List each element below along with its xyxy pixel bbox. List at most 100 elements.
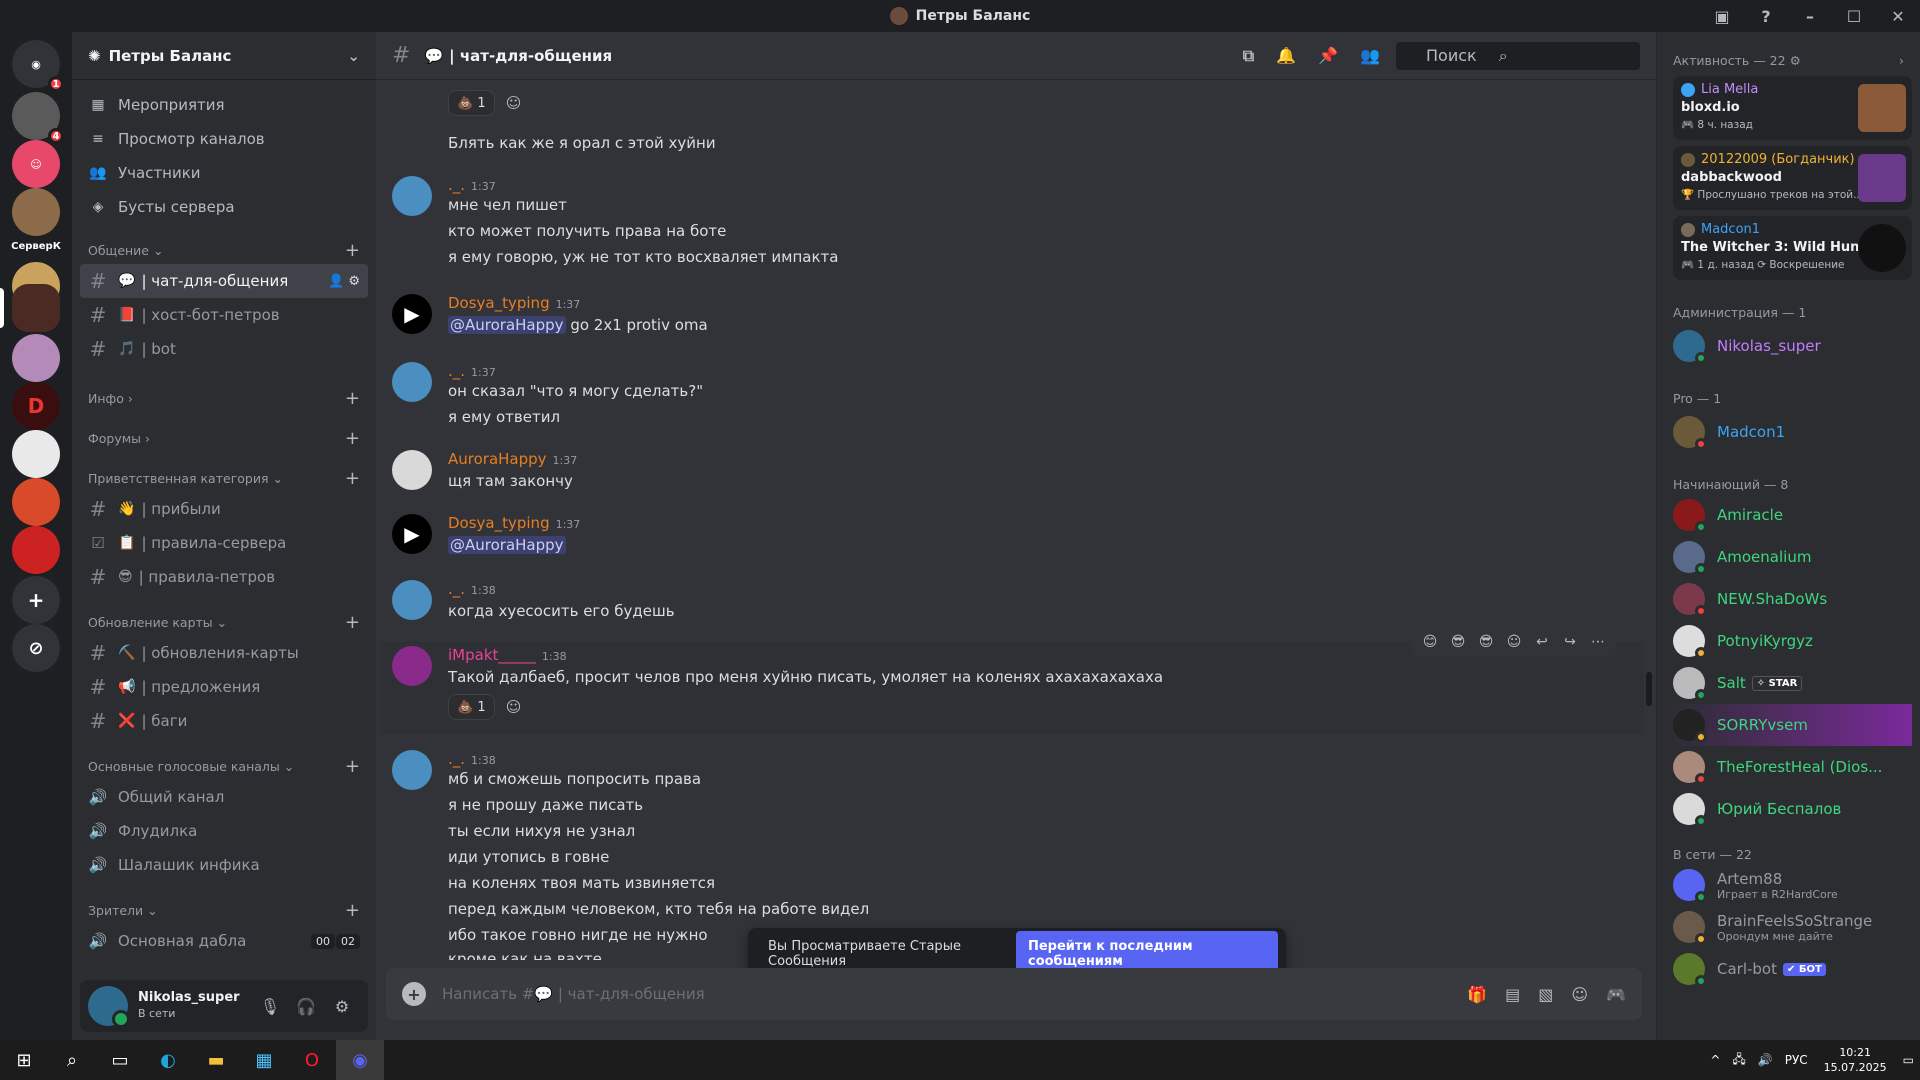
search-icon[interactable]: ⌕ [48,1040,96,1080]
plus-icon[interactable]: + [345,428,360,449]
message-author[interactable]: iMpakt_____ [448,646,536,664]
forward-icon[interactable]: ↪ [1556,628,1584,656]
server-icon-active[interactable] [12,284,60,332]
invite-icon[interactable]: 👤 [328,274,344,289]
channel-bugs[interactable]: # ❌ | баги [80,704,368,738]
clock[interactable]: 10:21 15.07.2025 [1824,1045,1887,1075]
gear-icon[interactable]: ⚙ [324,997,360,1016]
server-icon[interactable] [12,526,60,574]
add-server-button[interactable]: + [12,576,60,624]
plus-icon[interactable]: + [345,240,360,261]
server-icon[interactable] [12,188,60,236]
member-item[interactable]: BrainFeelsSoStrange Орондум мне дайте [1665,906,1912,948]
avatar[interactable] [392,450,432,490]
gift-icon[interactable]: 🎁 [1467,985,1487,1004]
emoji-icon[interactable]: ☺ [1571,985,1588,1004]
message-author[interactable]: ._. [448,580,465,598]
member-item[interactable]: Salt ✧ STAR [1665,662,1912,704]
server-folder-label[interactable]: СерверК [11,236,61,256]
message-author[interactable]: AuroraHappy [448,450,547,468]
volume-icon[interactable]: 🔊 [1758,1053,1773,1067]
pin-icon[interactable]: 📌 [1318,46,1338,65]
gear-icon[interactable]: ⚙ [348,274,360,289]
voice-channel[interactable]: 🔊 Флудилка [80,814,368,848]
member-item[interactable]: Madcon1 [1665,408,1912,456]
member-item[interactable]: Amiracle [1665,494,1912,536]
plus-icon[interactable]: + [345,468,360,489]
add-reaction-icon[interactable]: ☺ [501,90,527,116]
start-icon[interactable]: ⊞ [0,1040,48,1080]
category-header[interactable]: Форумы › + [72,424,376,452]
reaction[interactable]: 💩 1 [448,90,495,116]
plus-icon[interactable]: + [345,388,360,409]
category-header[interactable]: Основные голосовые каналы ⌄ + [72,752,376,780]
member-item[interactable]: PotnyiKyrgyz [1665,620,1912,662]
search-input[interactable]: Поиск ⌕ [1396,41,1640,70]
plus-icon[interactable]: + [345,900,360,921]
chevron-up-icon[interactable]: ^ [1710,1053,1720,1067]
category-header[interactable]: Общение ⌄ + [72,236,376,264]
server-icon[interactable] [12,334,60,382]
activity-card[interactable]: Madcon1 The Witcher 3: Wild Hunt 🎮 1 д. … [1673,216,1912,280]
activity-card[interactable]: Lia Mella bloxd.io 🎮 8 ч. назад [1673,76,1912,140]
discord-taskbar-icon[interactable]: ◉ [336,1040,384,1080]
avatar[interactable]: ▶ [392,294,432,334]
reaction-icon[interactable]: 😊 [1416,628,1444,656]
member-item[interactable]: Artem88 Играет в R2HardCore [1665,864,1912,906]
channel-bot[interactable]: # 🎵 | bot [80,332,368,366]
message-composer[interactable]: + Написать #💬 | чат-для-общения 🎁 ▤ ▧ ☺ … [386,968,1642,1020]
member-item[interactable]: Nikolas_super [1665,322,1912,370]
gear-icon[interactable]: ⚙ [1790,53,1801,68]
channel-host-bot[interactable]: # 📕 | хост-бот-петров [80,298,368,332]
member-item[interactable]: Carl-bot ✔ БОТ [1665,948,1912,990]
nav-members[interactable]: 👥 Участники [72,156,376,190]
avatar[interactable] [88,986,130,1028]
channel-server-rules[interactable]: ☑ 📋 | правила-сервера [80,526,368,560]
file-explorer-icon[interactable]: ▬ [192,1040,240,1080]
channel-suggestions[interactable]: # 📢 | предложения [80,670,368,704]
message-author[interactable]: ._. [448,176,465,194]
opera-icon[interactable]: O [288,1040,336,1080]
reaction[interactable]: 💩 1 [448,694,495,720]
server-icon[interactable]: ☺ [12,140,60,188]
discover-button[interactable]: ⊘ [12,624,60,672]
voice-channel[interactable]: 🔊 Шалашик инфика [80,848,368,882]
close-button[interactable]: ✕ [1876,7,1920,26]
avatar[interactable] [392,750,432,790]
nav-browse-channels[interactable]: ≡ Просмотр каналов [72,122,376,156]
category-header[interactable]: Инфо › + [72,384,376,412]
channel-actions[interactable]: 👤 ⚙ [328,274,360,289]
member-item[interactable]: SORRYvsem [1665,704,1912,746]
channel-arrived[interactable]: # 👋 | прибыли [80,492,368,526]
help-icon[interactable]: ? [1744,7,1788,26]
channel-map-updates[interactable]: # ⛏️ | обновления-карты [80,636,368,670]
voice-channel[interactable]: 🔊 Основная дабла 00 02 [80,924,368,958]
avatar[interactable] [392,646,432,686]
server-header[interactable]: ✺ Петры Баланс ⌄ [72,32,376,80]
avatar[interactable] [392,362,432,402]
category-header[interactable]: Обновление карты ⌄ + [72,608,376,636]
server-icon[interactable] [12,430,60,478]
member-item[interactable]: NEW.ShaDoWs [1665,578,1912,620]
message-author[interactable]: ._. [448,750,465,768]
chevron-right-icon[interactable]: › [1899,53,1904,68]
member-item[interactable]: TheForestHeal (Dios... [1665,746,1912,788]
user-mention[interactable]: @AuroraHappy [448,316,566,334]
language-indicator[interactable]: РУС [1785,1053,1808,1067]
member-list-icon[interactable]: 👥 [1360,46,1380,65]
message-author[interactable]: Dosya_typing [448,294,550,312]
inbox-icon[interactable]: ▣ [1700,7,1744,26]
server-icon[interactable]: D [12,382,60,430]
add-reaction-icon[interactable]: ☺ [1500,628,1528,656]
more-icon[interactable]: ⋯ [1584,628,1612,656]
microphone-icon[interactable]: 🎙 [252,997,288,1016]
server-icon[interactable] [12,478,60,526]
activity-card[interactable]: 20122009 (Богданчик) dabbackwood 🏆 Просл… [1673,146,1912,210]
edge-icon[interactable]: ◐ [144,1040,192,1080]
minimize-button[interactable]: – [1788,7,1832,26]
channel-petrov-rules[interactable]: # 😎 | правила-петров [80,560,368,594]
user-mention[interactable]: @AuroraHappy [448,536,566,554]
nav-boosts[interactable]: ◈ Бусты сервера [72,190,376,224]
avatar[interactable] [392,176,432,216]
reaction-icon[interactable]: 😎 [1472,628,1500,656]
